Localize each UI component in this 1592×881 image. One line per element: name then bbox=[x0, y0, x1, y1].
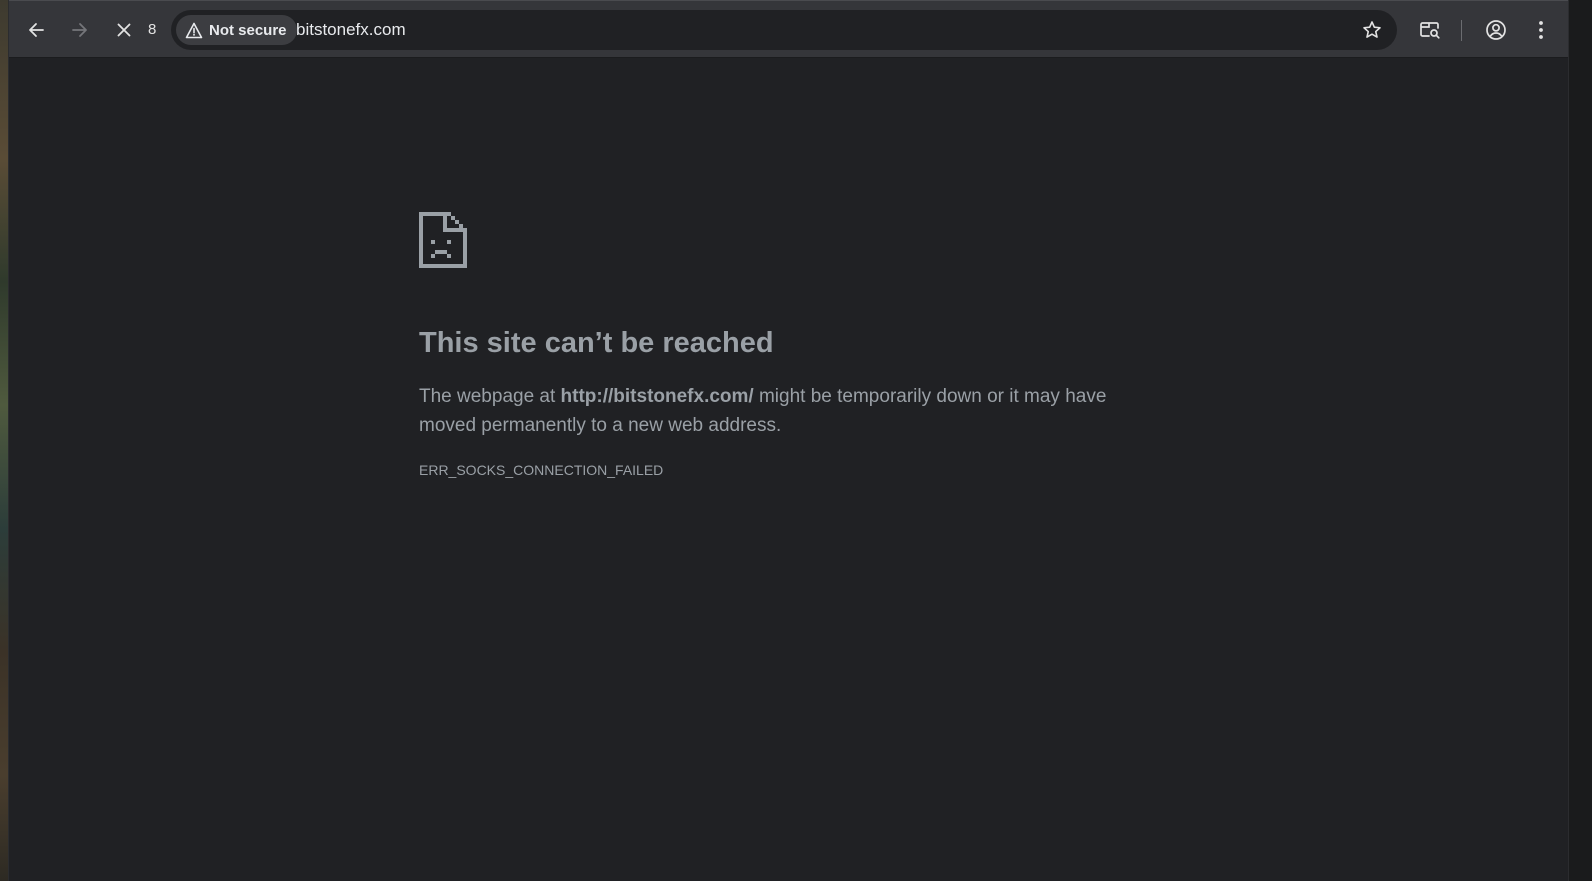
warning-triangle-icon bbox=[185, 22, 203, 38]
back-arrow-icon bbox=[29, 23, 44, 37]
tab-search-icon bbox=[1420, 22, 1440, 39]
error-description-prefix: The webpage at bbox=[419, 386, 561, 407]
forward-button[interactable] bbox=[63, 13, 97, 47]
loading-count: 8 bbox=[148, 21, 157, 38]
security-label: Not secure bbox=[209, 21, 287, 39]
browser-menu-button[interactable] bbox=[1524, 13, 1558, 47]
more-vertical-icon bbox=[1539, 21, 1543, 39]
profile-icon bbox=[1486, 20, 1506, 40]
browser-toolbar: 8 Not secure bitstonefx.com bbox=[9, 0, 1568, 58]
address-bar[interactable]: Not secure bitstonefx.com bbox=[171, 10, 1397, 50]
sad-page-icon bbox=[419, 212, 467, 273]
error-description: The webpage at http://bitstonefx.com/ mi… bbox=[419, 382, 1139, 440]
desktop-edge bbox=[1568, 0, 1592, 881]
bookmark-button[interactable] bbox=[1355, 13, 1389, 47]
toolbar-divider bbox=[1461, 20, 1462, 41]
tab-search-button[interactable] bbox=[1413, 13, 1447, 47]
error-code: ERR_SOCKS_CONNECTION_FAILED bbox=[419, 462, 664, 478]
page-content: This site can’t be reached The webpage a… bbox=[9, 58, 1568, 881]
star-icon bbox=[1363, 21, 1381, 38]
forward-arrow-icon bbox=[72, 23, 87, 37]
profile-button[interactable] bbox=[1479, 13, 1513, 47]
security-indicator-chip[interactable]: Not secure bbox=[176, 15, 297, 45]
browser-window: 8 Not secure bitstonefx.com This site ca… bbox=[9, 0, 1568, 881]
close-icon bbox=[117, 23, 131, 37]
error-title: This site can’t be reached bbox=[419, 327, 774, 359]
stop-loading-button[interactable] bbox=[107, 13, 141, 47]
url-text[interactable]: bitstonefx.com bbox=[296, 20, 406, 40]
error-url: http://bitstonefx.com/ bbox=[560, 386, 754, 407]
desktop-background-strip bbox=[0, 0, 9, 881]
back-button[interactable] bbox=[19, 13, 53, 47]
